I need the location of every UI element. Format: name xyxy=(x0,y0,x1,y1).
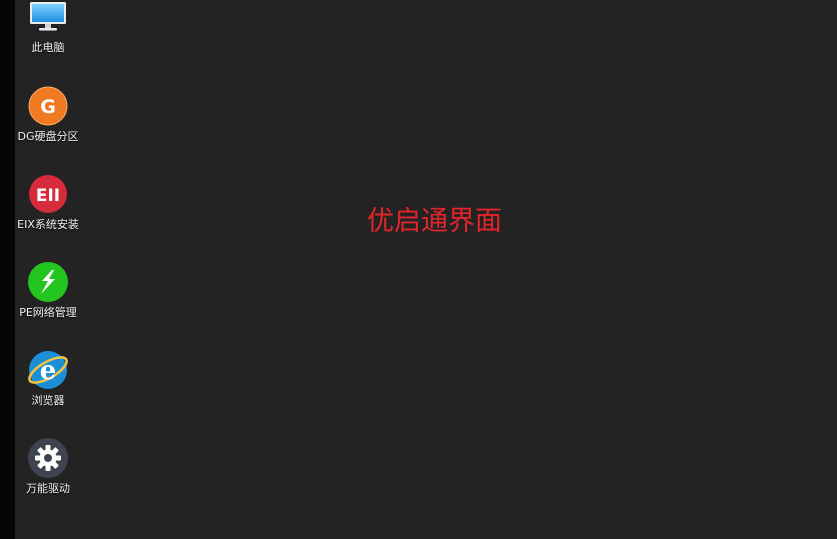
desktop-icon-label: DG硬盘分区 xyxy=(17,130,79,143)
desktop-icon-label: PE网络管理 xyxy=(19,306,77,319)
network-manager-icon xyxy=(27,261,69,303)
desktop-icon-label: 万能驱动 xyxy=(26,482,70,495)
ie-browser-icon: e xyxy=(27,349,69,391)
desktop-icon-label: 浏览器 xyxy=(31,394,65,407)
desktop-icon-diskgenius[interactable]: G DG硬盘分区 xyxy=(16,85,80,165)
gear-icon xyxy=(27,437,69,479)
svg-text:EII: EII xyxy=(36,186,60,206)
computer-monitor-icon xyxy=(27,0,69,38)
svg-text:G: G xyxy=(40,96,56,118)
desktop-icon-eix-install[interactable]: EII EIX系统安装 xyxy=(16,173,80,253)
desktop-icon-browser[interactable]: e 浏览器 xyxy=(16,349,80,429)
desktop-icon-universal-driver[interactable]: 万能驱动 xyxy=(16,437,80,517)
diskgenius-icon: G xyxy=(27,85,69,127)
center-title-text: 优启通界面 xyxy=(367,206,502,237)
desktop-icon-label: 此电脑 xyxy=(31,41,65,54)
svg-text:e: e xyxy=(40,356,57,386)
desktop-icon-label: EIX系统安装 xyxy=(17,218,79,231)
left-edge-strip xyxy=(0,0,15,539)
desktop-area: 此电脑 G DG硬盘分区 EII EIX系统安装 PE网络管理 e 浏览器 万能… xyxy=(15,0,837,539)
desktop-icon-this-pc[interactable]: 此电脑 xyxy=(16,0,80,76)
desktop-icon-pe-network[interactable]: PE网络管理 xyxy=(16,261,80,341)
eix-install-icon: EII xyxy=(27,173,69,215)
